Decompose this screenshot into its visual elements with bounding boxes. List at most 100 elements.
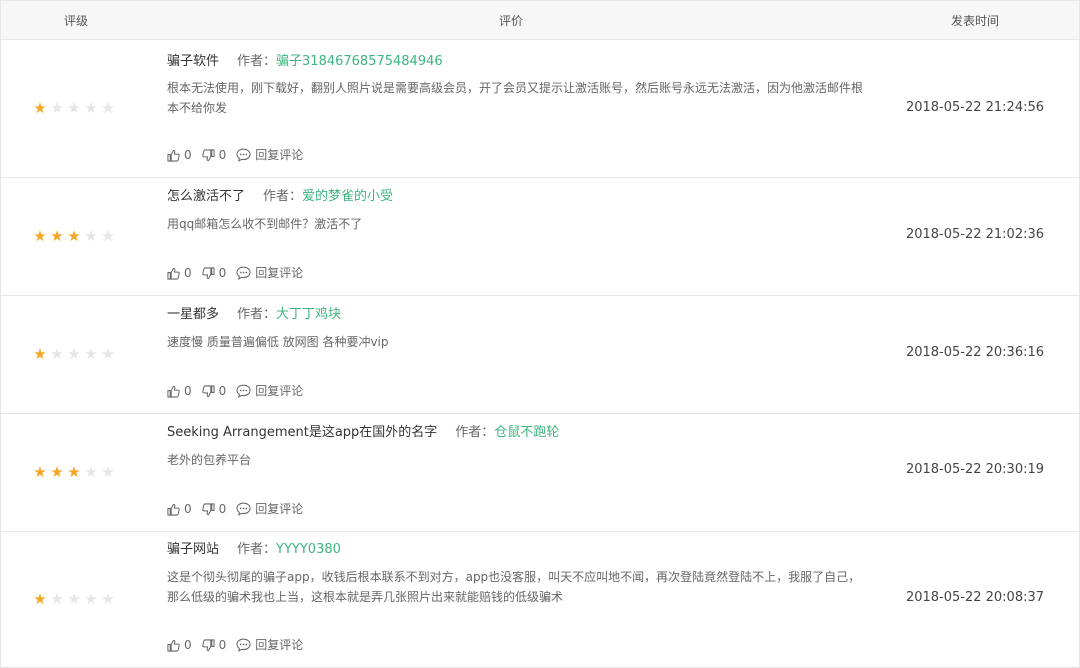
review-time: 2018-05-22 21:02:36 <box>905 227 1045 242</box>
reviews-table: 评级 评价 发表时间 ★ ★ ★ ★ ★ 骗子软件 作者：骗子318467685754849… <box>0 0 1080 668</box>
thumbs-down-icon <box>201 502 215 515</box>
reply-button[interactable]: 回复评论 <box>236 383 303 399</box>
review-content: 老外的包养平台 <box>167 453 252 467</box>
dislike-count: 0 <box>218 384 227 398</box>
star-empty-icon: ★ <box>84 345 99 363</box>
reply-label: 回复评论 <box>255 266 304 280</box>
star-empty-icon: ★ <box>101 99 116 117</box>
star-empty-icon: ★ <box>101 227 116 245</box>
dislike-count: 0 <box>218 148 227 162</box>
review-actions: 0 0 回复评论 <box>167 637 313 653</box>
like-button[interactable]: 0 <box>167 637 192 653</box>
review-author-link[interactable]: 仓鼠不跑轮 <box>494 425 559 440</box>
dislike-button[interactable]: 0 <box>201 383 227 399</box>
thumbs-up-icon <box>167 503 180 516</box>
star-empty-icon: ★ <box>67 345 82 363</box>
table-row: ★ ★ ★ ★ ★ 骗子软件 作者：骗子31846768575484946 根本无法使用，刚下… <box>1 41 1079 178</box>
comment-bubble-icon <box>236 148 251 162</box>
thumbs-up-icon <box>167 639 180 652</box>
review-actions: 0 0 回复评论 <box>167 501 313 517</box>
review-content: 速度慢 质量普遍偏低 放网图 各种要冲vip <box>167 335 389 349</box>
like-count: 0 <box>184 638 192 652</box>
reply-label: 回复评论 <box>255 502 304 516</box>
review-title: 骗子软件 <box>167 54 220 69</box>
star-empty-icon: ★ <box>67 99 82 117</box>
reply-label: 回复评论 <box>255 148 304 162</box>
review-title-line: Seeking Arrangement是这app在国外的名字 作者：仓鼠不跑轮 <box>167 424 559 442</box>
review-time: 2018-05-22 21:24:56 <box>905 100 1045 115</box>
review-content: 用qq邮箱怎么收不到邮件？激活不了 <box>167 217 363 231</box>
star-empty-icon: ★ <box>50 590 65 608</box>
star-filled-icon: ★ <box>67 463 82 481</box>
reply-button[interactable]: 回复评论 <box>236 147 303 163</box>
star-filled-icon: ★ <box>33 463 48 481</box>
header-rating: 评级 <box>63 14 88 28</box>
star-rating: ★ ★ ★ ★ ★ <box>32 463 122 481</box>
star-empty-icon: ★ <box>50 99 65 117</box>
header-review: 评价 <box>498 14 523 28</box>
star-empty-icon: ★ <box>50 345 65 363</box>
dislike-button[interactable]: 0 <box>201 147 227 163</box>
author-label: 作者： <box>237 307 277 322</box>
table-row: ★ ★ ★ ★ ★ 怎么激活不了 作者：爱的梦雀的小受 用qq邮箱怎么收不到邮件？激活不了 0 0… <box>1 178 1079 296</box>
star-empty-icon: ★ <box>84 227 99 245</box>
star-empty-icon: ★ <box>67 590 82 608</box>
dislike-button[interactable]: 0 <box>201 265 227 281</box>
review-title-line: 骗子网站 作者：YYYY0380 <box>167 541 341 559</box>
comment-bubble-icon <box>236 384 251 398</box>
reply-button[interactable]: 回复评论 <box>236 501 303 517</box>
thumbs-down-icon <box>201 638 215 651</box>
review-title: 一星都多 <box>167 307 220 322</box>
star-rating: ★ ★ ★ ★ ★ <box>32 99 122 117</box>
review-author-link[interactable]: 爱的梦雀的小受 <box>302 189 393 204</box>
star-empty-icon: ★ <box>101 590 116 608</box>
dislike-count: 0 <box>218 266 227 280</box>
like-button[interactable]: 0 <box>167 147 192 163</box>
review-title: 骗子网站 <box>167 542 220 557</box>
star-filled-icon: ★ <box>33 99 48 117</box>
dislike-button[interactable]: 0 <box>201 637 227 653</box>
review-title: Seeking Arrangement是这app在国外的名字 <box>167 425 438 440</box>
thumbs-down-icon <box>201 148 215 161</box>
star-empty-icon: ★ <box>84 590 99 608</box>
reply-button[interactable]: 回复评论 <box>236 265 303 281</box>
review-author-link[interactable]: 大丁丁鸡块 <box>276 307 341 322</box>
like-button[interactable]: 0 <box>167 265 192 281</box>
dislike-count: 0 <box>218 638 227 652</box>
review-content: 根本无法使用，刚下载好，翻别人照片说是需要高级会员，开了会员又提示让激活账号，然… <box>167 81 864 115</box>
like-button[interactable]: 0 <box>167 501 192 517</box>
author-label: 作者： <box>455 425 495 440</box>
review-time: 2018-05-22 20:36:16 <box>905 345 1045 360</box>
table-header: 评级 评价 发表时间 <box>1 0 1079 40</box>
comment-bubble-icon <box>236 502 251 516</box>
review-title-line: 怎么激活不了 作者：爱的梦雀的小受 <box>167 188 393 206</box>
review-author-link[interactable]: YYYY0380 <box>276 542 341 557</box>
table-row: ★ ★ ★ ★ ★ 骗子网站 作者：YYYY0380 这是个彻头彻尾的骗子app，收钱后根本联… <box>1 532 1079 668</box>
review-time: 2018-05-22 20:30:19 <box>905 462 1045 477</box>
review-actions: 0 0 回复评论 <box>167 265 313 281</box>
review-actions: 0 0 回复评论 <box>167 383 313 399</box>
review-title: 怎么激活不了 <box>167 189 246 204</box>
star-filled-icon: ★ <box>33 590 48 608</box>
author-label: 作者： <box>263 189 303 204</box>
star-filled-icon: ★ <box>33 227 48 245</box>
star-filled-icon: ★ <box>50 463 65 481</box>
author-label: 作者： <box>237 54 277 69</box>
review-time: 2018-05-22 20:08:37 <box>905 590 1045 605</box>
thumbs-up-icon <box>167 385 180 398</box>
like-count: 0 <box>184 148 192 162</box>
reply-button[interactable]: 回复评论 <box>236 637 303 653</box>
like-button[interactable]: 0 <box>167 383 192 399</box>
table-row: ★ ★ ★ ★ ★ 一星都多 作者：大丁丁鸡块速度慢 质量普遍偏低 放网图 各种要冲vip 0… <box>1 296 1079 414</box>
review-author-link[interactable]: 骗子31846768575484946 <box>276 54 443 69</box>
reply-label: 回复评论 <box>255 638 304 652</box>
reply-label: 回复评论 <box>255 384 304 398</box>
dislike-button[interactable]: 0 <box>201 501 226 517</box>
like-count: 0 <box>184 266 192 280</box>
star-rating: ★ ★ ★ ★ ★ <box>32 227 122 245</box>
review-title-line: 一星都多 作者：大丁丁鸡块 <box>167 306 341 324</box>
review-title-line: 骗子软件 作者：骗子31846768575484946 <box>167 53 443 71</box>
star-rating: ★ ★ ★ ★ ★ <box>32 345 122 363</box>
author-label: 作者： <box>237 542 277 557</box>
star-empty-icon: ★ <box>84 99 99 117</box>
